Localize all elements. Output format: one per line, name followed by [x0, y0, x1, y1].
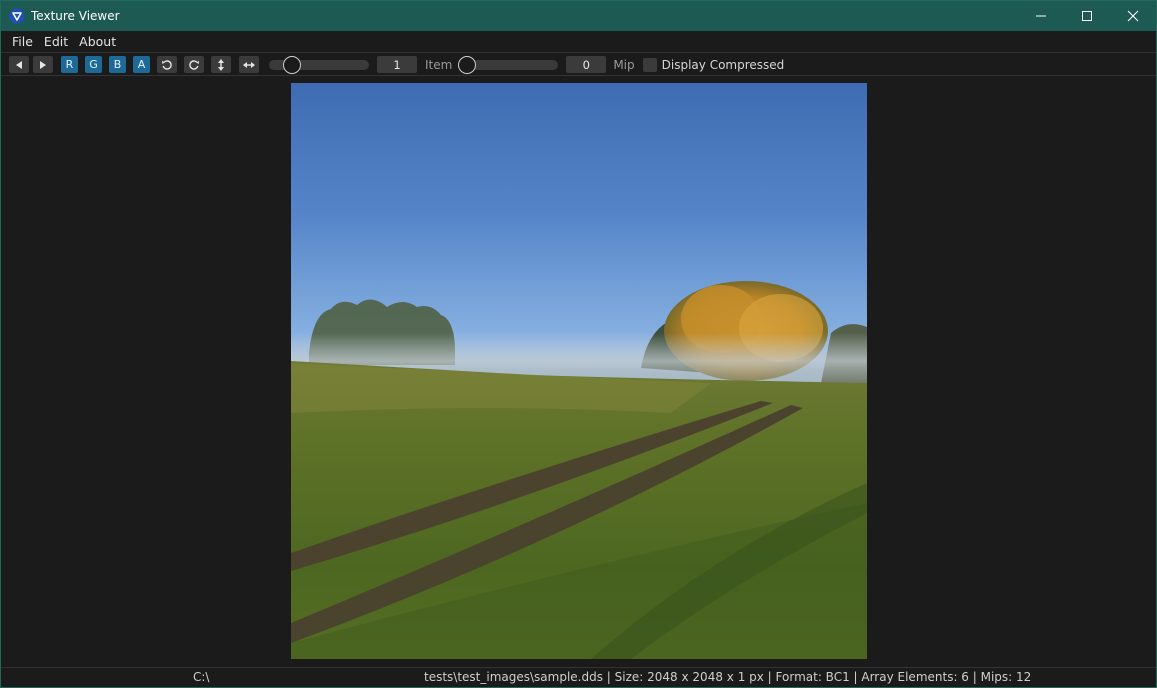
flip-horizontal-icon	[243, 61, 255, 68]
maximize-icon	[1082, 11, 1092, 21]
previous-button[interactable]	[9, 56, 29, 73]
channel-g-button[interactable]: G	[85, 56, 102, 73]
item-label: Item	[425, 57, 453, 72]
triangle-right-icon	[40, 60, 46, 69]
next-button[interactable]	[33, 56, 53, 73]
flip-vertical-icon	[218, 58, 224, 71]
window-title: Texture Viewer	[31, 9, 120, 23]
triangle-left-icon	[16, 60, 22, 69]
channel-r-button[interactable]: R	[61, 56, 78, 73]
rotate-ccw-icon	[162, 59, 172, 70]
channel-b-button[interactable]: B	[109, 56, 126, 73]
status-bar: C:\ tests\test_images\sample.dds | Size:…	[1, 667, 1156, 687]
close-icon	[1127, 10, 1139, 22]
display-compressed-checkbox[interactable]	[642, 57, 657, 72]
rotate-cw-button[interactable]	[184, 56, 204, 73]
app-window: Texture Viewer File Edit About R G B A 1…	[0, 0, 1157, 688]
title-bar[interactable]: Texture Viewer	[1, 1, 1156, 31]
item-value-field[interactable]: 1	[377, 56, 417, 73]
rotate-cw-icon	[189, 59, 199, 70]
menu-bar: File Edit About	[1, 31, 1156, 53]
item-slider-knob[interactable]	[283, 55, 301, 74]
texture-viewport[interactable]	[1, 77, 1156, 667]
flip-horizontal-button[interactable]	[239, 56, 259, 73]
menu-file[interactable]: File	[7, 34, 38, 49]
status-file-info: tests\test_images\sample.dds | Size: 204…	[424, 670, 1032, 684]
menu-about[interactable]: About	[74, 34, 121, 49]
minimize-icon	[1036, 15, 1046, 17]
app-logo-icon	[9, 8, 25, 24]
toolbar: R G B A 1 Item 0 Mip Display Compressed	[1, 54, 1156, 76]
mip-slider-knob[interactable]	[458, 55, 477, 74]
mip-value-field[interactable]: 0	[566, 56, 607, 73]
rotate-ccw-button[interactable]	[157, 56, 177, 73]
mip-slider[interactable]	[458, 55, 559, 74]
channel-a-button[interactable]: A	[133, 56, 150, 73]
landscape-image	[291, 83, 867, 659]
flip-vertical-button[interactable]	[211, 56, 231, 73]
item-slider[interactable]	[269, 55, 369, 74]
mip-label: Mip	[613, 57, 635, 72]
maximize-button[interactable]	[1064, 1, 1110, 31]
texture-image[interactable]	[291, 83, 867, 659]
display-compressed-label[interactable]: Display Compressed	[662, 58, 785, 72]
close-button[interactable]	[1110, 1, 1156, 31]
menu-edit[interactable]: Edit	[39, 34, 73, 49]
status-drive: C:\	[193, 670, 210, 684]
minimize-button[interactable]	[1018, 1, 1064, 31]
